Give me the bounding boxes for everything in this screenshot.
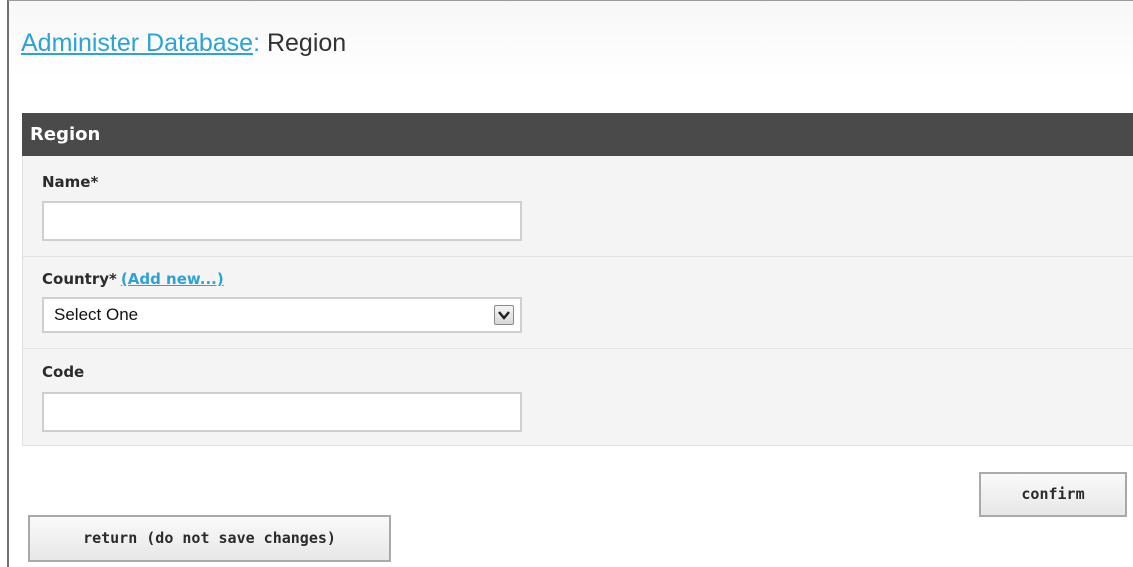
page-frame: Administer Database: Region Region Name*… xyxy=(7,0,1133,567)
country-field-row: Country* (Add new...) Select One xyxy=(23,257,1133,349)
name-field-row: Name* xyxy=(23,156,1133,257)
code-field-row: Code xyxy=(23,349,1133,445)
code-input[interactable] xyxy=(42,392,522,432)
chevron-down-icon[interactable] xyxy=(494,305,514,325)
region-form-panel: Region Name* Country* (Add new...) Select… xyxy=(22,113,1133,446)
breadcrumb-current: Region xyxy=(266,29,347,57)
code-label: Code xyxy=(42,363,85,381)
page-title: Administer Database: Region xyxy=(21,29,346,58)
breadcrumb-link-administer-database[interactable]: Administer Database xyxy=(21,29,253,57)
panel-title: Region xyxy=(22,113,1133,156)
confirm-button[interactable]: confirm xyxy=(979,472,1127,517)
country-label: Country* xyxy=(42,270,117,288)
name-input[interactable] xyxy=(42,201,522,241)
name-label: Name* xyxy=(42,173,99,191)
country-label-wrap: Country* (Add new...) xyxy=(42,270,224,288)
breadcrumb-separator: : xyxy=(253,29,261,57)
add-new-country-link[interactable]: (Add new...) xyxy=(121,270,224,288)
country-select[interactable]: Select One xyxy=(42,297,522,333)
country-select-value: Select One xyxy=(54,305,139,324)
return-button[interactable]: return (do not save changes) xyxy=(28,515,391,562)
